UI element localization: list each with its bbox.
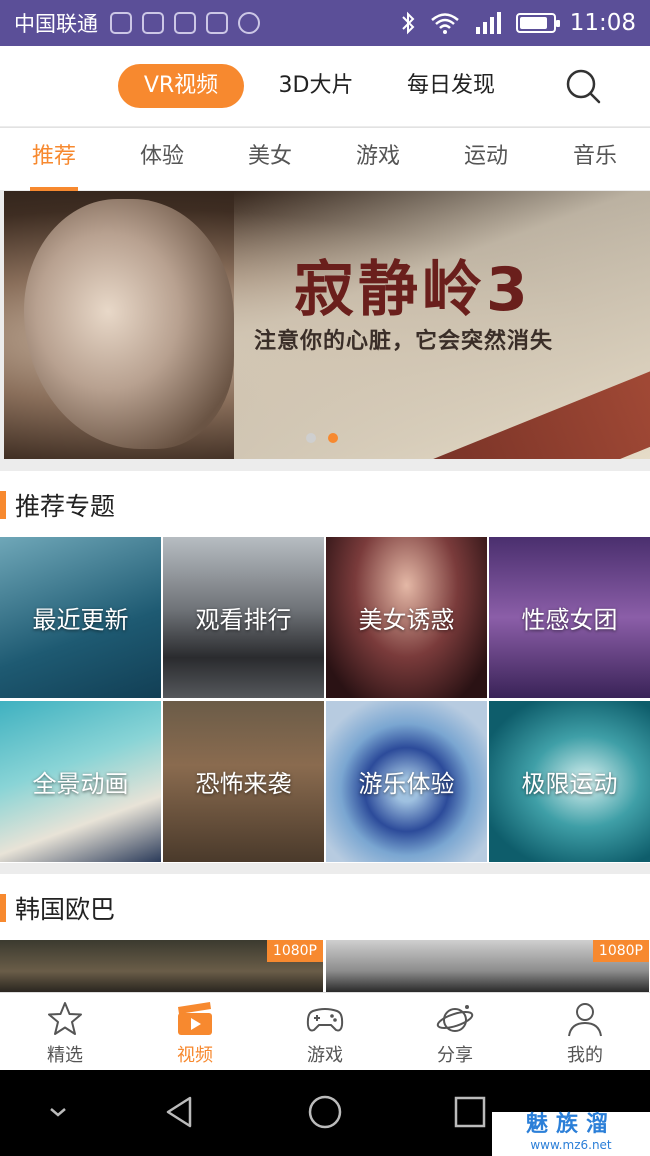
cat-tab-experience[interactable]: 体验: [122, 128, 202, 191]
notification-icons: [110, 12, 260, 34]
topic-grid: 最近更新 观看排行 美女诱惑 性感女团 全景动画 恐怖来袭 游乐体验 极限运动: [0, 537, 650, 863]
bottom-tab-bar: 精选 视频 游戏 分享 我的: [0, 992, 650, 1070]
back-icon[interactable]: [160, 1092, 200, 1132]
tab-vr-video[interactable]: VR视频: [118, 64, 244, 108]
featured-banner[interactable]: 寂静岭3 注意你的心脏，它会突然消失: [4, 191, 650, 459]
bottom-tab-games[interactable]: 游戏: [275, 993, 375, 1071]
topic-tile-amusement[interactable]: 游乐体验: [326, 701, 487, 862]
topic-tile-girl-group[interactable]: 性感女团: [489, 537, 650, 698]
huawei-icon: [206, 12, 228, 34]
bluetooth-icon: [401, 11, 415, 35]
recent-apps-icon[interactable]: [450, 1092, 490, 1132]
search-icon[interactable]: [563, 66, 603, 106]
cat-tab-recommend[interactable]: 推荐: [14, 128, 94, 191]
section-title: 韩国欧巴: [15, 895, 116, 924]
cat-tab-beauty[interactable]: 美女: [230, 128, 310, 191]
chevron-down-icon[interactable]: [38, 1092, 78, 1132]
carousel-dots: [306, 433, 338, 443]
resolution-badge: 1080P: [592, 940, 649, 962]
clock: 11:08: [569, 10, 636, 36]
resolution-badge: 1080P: [266, 940, 323, 962]
section-header-korea: 韩国欧巴: [0, 874, 650, 940]
topic-tile-horror[interactable]: 恐怖来袭: [163, 701, 324, 862]
carousel-dot[interactable]: [306, 433, 316, 443]
cat-tab-sports[interactable]: 运动: [446, 128, 526, 191]
section-title: 推荐专题: [15, 492, 116, 521]
carrier-name: 中国联通: [14, 12, 98, 36]
tab-daily-discover[interactable]: 每日发现: [398, 64, 504, 108]
banner-face-image: [24, 199, 234, 449]
banner-title: 寂静岭3: [294, 255, 532, 325]
user-icon: [568, 1003, 602, 1037]
korea-video-row: 1080P 1080P: [0, 940, 650, 992]
video-card[interactable]: 1080P: [0, 940, 323, 992]
clapperboard-icon: [178, 1002, 212, 1035]
star-icon: [48, 1002, 82, 1035]
bottom-tab-me[interactable]: 我的: [535, 993, 635, 1071]
topic-tile-latest[interactable]: 最近更新: [0, 537, 161, 698]
bottom-tab-share[interactable]: 分享: [405, 993, 505, 1071]
home-icon[interactable]: [305, 1092, 345, 1132]
banner-subtitle: 注意你的心脏，它会突然消失: [254, 329, 554, 354]
signal-icon: [475, 12, 501, 34]
tab-3d-movies[interactable]: 3D大片: [268, 64, 364, 108]
sim-card-icon: [110, 12, 132, 34]
bottom-tab-featured[interactable]: 精选: [15, 993, 115, 1071]
topic-tile-beauty[interactable]: 美女诱惑: [326, 537, 487, 698]
cat-tab-music[interactable]: 音乐: [555, 128, 635, 191]
planet-icon: [436, 1005, 474, 1032]
cat-tab-games[interactable]: 游戏: [338, 128, 418, 191]
topic-tile-animation[interactable]: 全景动画: [0, 701, 161, 862]
watermark: 魅族溜 www.mz6.net: [492, 1112, 650, 1156]
bottom-tab-video[interactable]: 视频: [145, 993, 245, 1071]
wifi-icon: [430, 13, 459, 34]
cleaner-icon: [174, 12, 196, 34]
section-accent-bar: [0, 491, 6, 519]
gamepad-icon: [306, 1008, 344, 1032]
carousel-dot-active[interactable]: [328, 433, 338, 443]
battery-icon: [515, 13, 560, 33]
section-header-recommended: 推荐专题: [0, 471, 650, 537]
category-tabs: 推荐 体验 美女 游戏 运动 音乐: [0, 127, 650, 191]
topic-tile-extreme-sports[interactable]: 极限运动: [489, 701, 650, 862]
top-nav: VR视频 3D大片 每日发现: [0, 46, 650, 126]
status-bar: 中国联通 11:08: [0, 0, 650, 46]
video-card[interactable]: 1080P: [326, 940, 649, 992]
topic-tile-ranking[interactable]: 观看排行: [163, 537, 324, 698]
blocked-icon: [238, 12, 260, 34]
keyboard-icon: [142, 12, 164, 34]
section-accent-bar: [0, 894, 6, 922]
